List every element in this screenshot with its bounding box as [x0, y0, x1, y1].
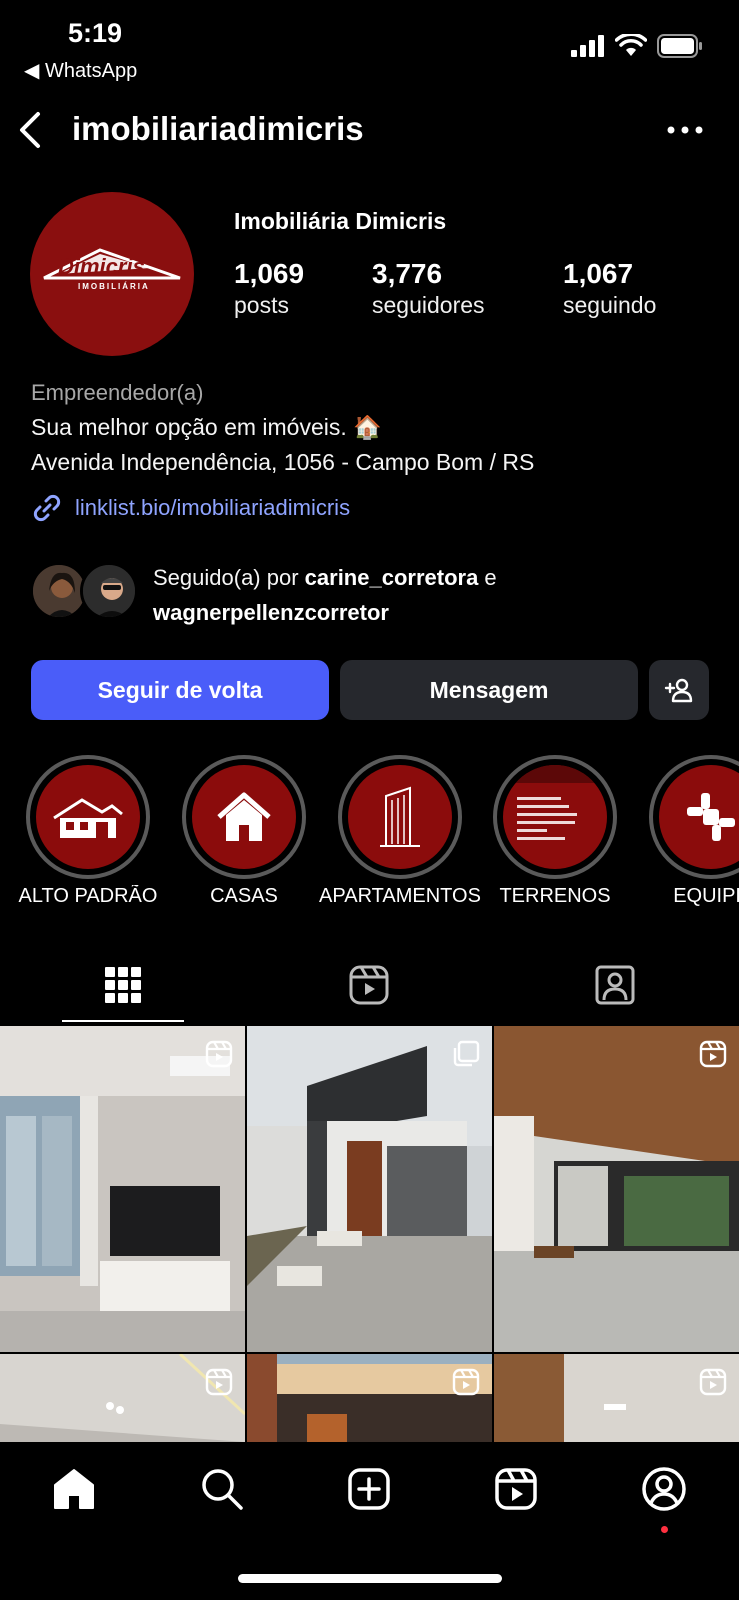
- following-label: seguindo: [563, 292, 657, 318]
- reel-badge-icon: [205, 1368, 233, 1401]
- status-icons: [571, 34, 703, 58]
- home-indicator: [238, 1574, 502, 1583]
- followed-by-prefix: Seguido(a) por: [153, 565, 305, 590]
- follower-avatar[interactable]: [80, 562, 138, 620]
- highlight-casas[interactable]: CASAS: [182, 755, 306, 907]
- followed-by-user[interactable]: carine_corretora: [305, 565, 479, 590]
- highlight-apartamentos[interactable]: APARTAMENTOS: [319, 755, 481, 907]
- following-count[interactable]: 1,067 seguindo: [563, 258, 656, 319]
- post-tile[interactable]: [494, 1026, 739, 1352]
- cellular-signal-icon: [571, 35, 604, 57]
- create-post-icon: [348, 1468, 390, 1510]
- nav-profile[interactable]: [639, 1464, 689, 1514]
- post-tile[interactable]: [247, 1026, 492, 1352]
- profile-avatar[interactable]: Dimicris IMOBILIÁRIA: [30, 192, 194, 356]
- reels-icon: [349, 965, 389, 1005]
- following-value: 1,067: [563, 258, 634, 289]
- highlight-equipe[interactable]: EQUIPE: [649, 755, 739, 907]
- tab-tagged[interactable]: [585, 960, 645, 1010]
- suggested-users-button[interactable]: [649, 660, 709, 720]
- active-tab-indicator: [62, 1020, 184, 1022]
- reel-badge-icon: [699, 1040, 727, 1073]
- post-tile[interactable]: [494, 1354, 739, 1442]
- followed-by-text[interactable]: Seguido(a) por carine_corretora e wagner…: [153, 560, 713, 630]
- search-icon: [202, 1469, 243, 1510]
- link-icon: [33, 494, 61, 522]
- followers-count[interactable]: 3,776 seguidores: [372, 258, 485, 319]
- tagged-person-icon: [595, 965, 635, 1005]
- reel-badge-icon: [205, 1040, 233, 1073]
- followed-by-conj: e: [478, 565, 497, 590]
- avatar-logo-sub: IMOBILIÁRIA: [78, 282, 150, 291]
- followers-value: 3,776: [372, 258, 443, 289]
- bio-address: Avenida Independência, 1056 - Campo Bom …: [31, 449, 535, 475]
- grid-icon: [105, 967, 141, 1003]
- reels-icon: [495, 1468, 537, 1510]
- reel-badge-icon: [452, 1368, 480, 1401]
- notification-dot: [661, 1526, 668, 1533]
- profile-username: imobiliariadimicris: [72, 110, 364, 147]
- reel-badge-icon: [699, 1368, 727, 1401]
- back-arrow-icon[interactable]: [14, 108, 54, 152]
- bio-line: Sua melhor opção em imóveis. 🏠: [31, 414, 382, 440]
- post-tile[interactable]: [247, 1354, 492, 1442]
- building-icon: [380, 786, 420, 847]
- home-icon: [54, 1469, 94, 1509]
- follow-back-button[interactable]: Seguir de volta: [31, 660, 329, 720]
- posts-label: posts: [234, 292, 289, 318]
- message-button[interactable]: Mensagem: [340, 660, 638, 720]
- profile-display-name: Imobiliária Dimicris: [234, 208, 447, 234]
- house-icon: [217, 792, 271, 841]
- posts-value: 1,069: [234, 258, 305, 289]
- bio-link-text[interactable]: linklist.bio/imobiliariadimicris: [75, 495, 350, 521]
- followers-label: seguidores: [372, 292, 485, 318]
- nav-reels[interactable]: [491, 1464, 541, 1514]
- avatar-logo-text: Dimicris: [58, 254, 145, 279]
- team-hands-icon: [687, 793, 735, 841]
- profile-icon: [642, 1467, 686, 1511]
- document-icon: [503, 765, 607, 840]
- post-tile[interactable]: [0, 1354, 245, 1442]
- nav-search[interactable]: [197, 1464, 247, 1514]
- highlight-terrenos[interactable]: TERRENOS: [493, 755, 617, 907]
- back-to-app-link[interactable]: ◀ WhatsApp: [24, 58, 137, 83]
- more-options-icon[interactable]: [665, 118, 705, 142]
- mansion-icon: [53, 798, 123, 838]
- followed-by-user[interactable]: wagnerpellenzcorretor: [153, 600, 389, 625]
- add-person-icon: [664, 678, 693, 703]
- bio-link[interactable]: linklist.bio/imobiliariadimicris: [31, 492, 350, 524]
- tab-posts-grid[interactable]: [93, 960, 153, 1010]
- profile-category: Empreendedor(a): [31, 380, 204, 405]
- highlight-label: EQUIPE: [673, 885, 739, 907]
- posts-count[interactable]: 1,069 posts: [234, 258, 304, 319]
- nav-create[interactable]: [344, 1464, 394, 1514]
- multiple-photos-icon: [452, 1040, 480, 1073]
- highlight-alto-padrao[interactable]: ALTO PADRÃO: [19, 755, 157, 907]
- post-tile[interactable]: [0, 1026, 245, 1352]
- tab-reels[interactable]: [339, 960, 399, 1010]
- wifi-icon: [615, 34, 647, 56]
- status-time: 5:19: [68, 18, 123, 48]
- battery-icon: [657, 34, 702, 58]
- nav-home[interactable]: [49, 1464, 99, 1514]
